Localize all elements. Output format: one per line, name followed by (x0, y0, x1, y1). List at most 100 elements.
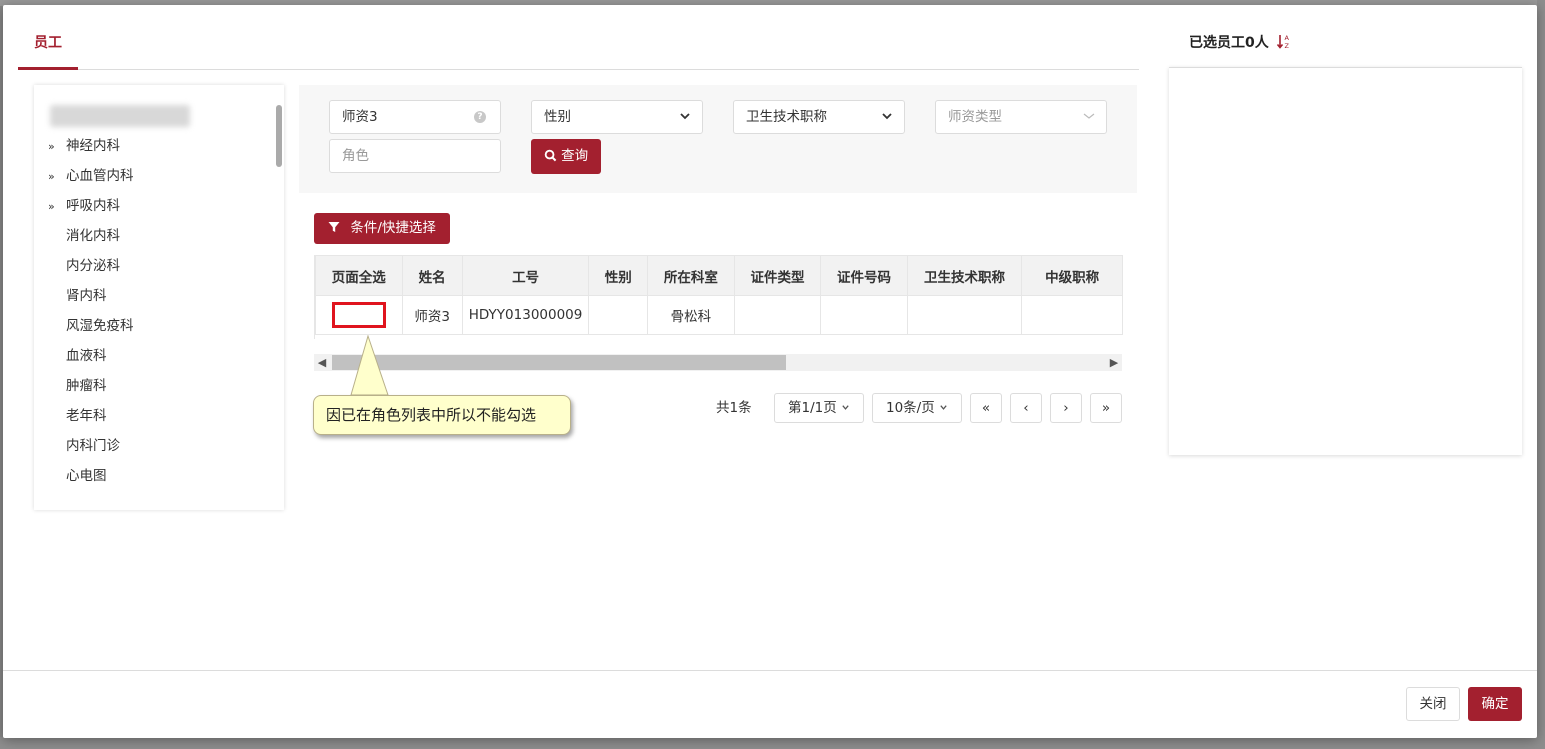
tab-bar: 员工 (18, 33, 1139, 70)
row-select-cell (315, 295, 403, 335)
tree-item[interactable]: 老年科 (48, 405, 107, 427)
tech-title-select-label: 卫生技术职称 (746, 109, 827, 125)
role-search-input[interactable]: 角色 (329, 139, 501, 173)
tree-item-label: 肿瘤科 (66, 378, 107, 394)
cell-id: HDYY013000009 (461, 295, 590, 335)
svg-text:Z: Z (1285, 42, 1290, 50)
gender-select-label: 性别 (544, 109, 571, 125)
expand-icon[interactable]: » (48, 136, 66, 158)
last-page-button[interactable]: » (1090, 393, 1122, 423)
cell-gender (588, 295, 649, 335)
tree-item[interactable]: » 呼吸内科 (48, 195, 120, 217)
tree-item-label: 肾内科 (66, 288, 107, 304)
tree-item[interactable]: 血液科 (48, 345, 107, 367)
name-search-value: 师资3 (342, 109, 378, 125)
tree-item-label: 老年科 (66, 408, 107, 424)
tree-item[interactable]: » 心血管内科 (48, 165, 134, 187)
cell-id-number (820, 295, 908, 335)
chevron-down-icon (842, 405, 849, 410)
tree-item[interactable]: 风湿免疫科 (48, 315, 134, 337)
tree-item-label: 心血管内科 (66, 168, 134, 184)
tree-item-label: 风湿免疫科 (66, 318, 134, 334)
tree-item-label: 内科门诊 (66, 438, 120, 454)
prev-page-button[interactable]: ‹ (1010, 393, 1042, 423)
condition-button-label: 条件/快捷选择 (350, 220, 436, 236)
tech-title-select[interactable]: 卫生技术职称 (733, 100, 905, 134)
tree-item-label: 消化内科 (66, 228, 120, 244)
selected-employees-list (1169, 67, 1522, 455)
header-id-type: 证件类型 (733, 255, 822, 296)
first-page-button[interactable]: « (970, 393, 1002, 423)
header-id: 工号 (461, 255, 590, 296)
tree-root-blurred (50, 105, 190, 127)
header-mid-title: 中级职称 (1021, 255, 1123, 296)
department-tree: » 神经内科» 心血管内科» 呼吸内科 消化内科 内分泌科 肾内科 风湿免疫科 血液科 肿瘤科 老年… (34, 85, 284, 510)
tree-item-label: 神经内科 (66, 138, 120, 154)
svg-text:A: A (1285, 34, 1290, 42)
gender-select[interactable]: 性别 (531, 100, 703, 134)
sort-az-icon[interactable]: A Z (1276, 33, 1292, 51)
page-select-label: 第1/1页 (787, 400, 837, 416)
tab-employee[interactable]: 员工 (18, 33, 78, 70)
chevron-down-icon (1083, 113, 1095, 119)
tree-item[interactable]: 肿瘤科 (48, 375, 107, 397)
page-size-label: 10条/页 (885, 400, 935, 416)
expand-icon[interactable]: » (48, 166, 66, 188)
employee-select-dialog: 员工 » 神经内科» 心血管内科» 呼吸内科 消化内科 内分泌科 肾内科 风湿免疫科 血液科 肿瘤… (3, 5, 1537, 738)
teacher-type-placeholder: 师资类型 (948, 109, 1002, 125)
confirm-button[interactable]: 确定 (1468, 687, 1522, 721)
table-horizontal-scrollbar[interactable]: ◀ ▶ (314, 354, 1122, 371)
tree-scrollbar[interactable] (276, 105, 282, 167)
scroll-right-icon[interactable]: ▶ (1106, 354, 1122, 371)
search-panel: 师资3 ? 性别 卫生技术职称 师资类型 角色 查询 (299, 85, 1137, 193)
tree-item-label: 心电图 (66, 468, 107, 484)
table-row: 师资3 HDYY013000009 骨松科 (315, 295, 1123, 335)
teacher-type-select[interactable]: 师资类型 (935, 100, 1107, 134)
annotation-callout: 因已在角色列表中所以不能勾选 (313, 395, 571, 435)
cell-name: 师资3 (401, 295, 463, 335)
cell-id-type (733, 295, 822, 335)
cell-tech-title (906, 295, 1023, 335)
callout-pointer (350, 335, 389, 396)
chevron-down-icon (882, 113, 892, 120)
footer-divider (3, 670, 1537, 671)
tree-item-label: 血液科 (66, 348, 107, 364)
tree-item[interactable]: 消化内科 (48, 225, 120, 247)
chevron-down-icon (680, 113, 690, 120)
condition-quick-select-button[interactable]: 条件/快捷选择 (314, 213, 450, 244)
search-icon (544, 149, 557, 162)
filter-icon (328, 222, 340, 232)
tree-item-label: 内分泌科 (66, 258, 120, 274)
name-search-input[interactable]: 师资3 ? (329, 100, 501, 134)
scroll-left-icon[interactable]: ◀ (314, 354, 330, 371)
header-name: 姓名 (401, 255, 463, 296)
header-dept: 所在科室 (647, 255, 735, 296)
page-select[interactable]: 第1/1页 (774, 393, 864, 423)
tree-item-label: 呼吸内科 (66, 198, 120, 214)
employee-table: 页面全选 姓名 工号 性别 所在科室 证件类型 证件号码 卫生技术职称 中级职称… (314, 255, 1123, 339)
query-button-label: 查询 (561, 148, 589, 164)
cell-mid-title (1021, 295, 1123, 335)
page-size-select[interactable]: 10条/页 (872, 393, 962, 423)
expand-icon[interactable]: » (48, 196, 66, 218)
tree-item[interactable]: 肾内科 (48, 285, 107, 307)
query-button[interactable]: 查询 (531, 139, 601, 174)
callout-text: 因已在角色列表中所以不能勾选 (326, 406, 537, 424)
help-icon[interactable]: ? (474, 111, 486, 123)
tree-item[interactable]: 内分泌科 (48, 255, 120, 277)
cell-dept: 骨松科 (647, 295, 735, 335)
tree-item[interactable]: 心电图 (48, 465, 107, 487)
header-select-all[interactable]: 页面全选 (315, 255, 403, 296)
close-button[interactable]: 关闭 (1406, 687, 1460, 721)
next-page-button[interactable]: › (1050, 393, 1082, 423)
tree-item[interactable]: » 神经内科 (48, 135, 120, 157)
pager-total: 共1条 (716, 400, 752, 416)
disabled-select-highlight (331, 302, 386, 328)
background-overlay-right (1537, 0, 1545, 749)
background-overlay-bottom (0, 737, 1545, 749)
table-header-row: 页面全选 姓名 工号 性别 所在科室 证件类型 证件号码 卫生技术职称 中级职称 (315, 255, 1123, 296)
chevron-down-icon (940, 405, 947, 410)
header-gender: 性别 (588, 255, 649, 296)
header-id-number: 证件号码 (820, 255, 908, 296)
tree-item[interactable]: 内科门诊 (48, 435, 120, 457)
